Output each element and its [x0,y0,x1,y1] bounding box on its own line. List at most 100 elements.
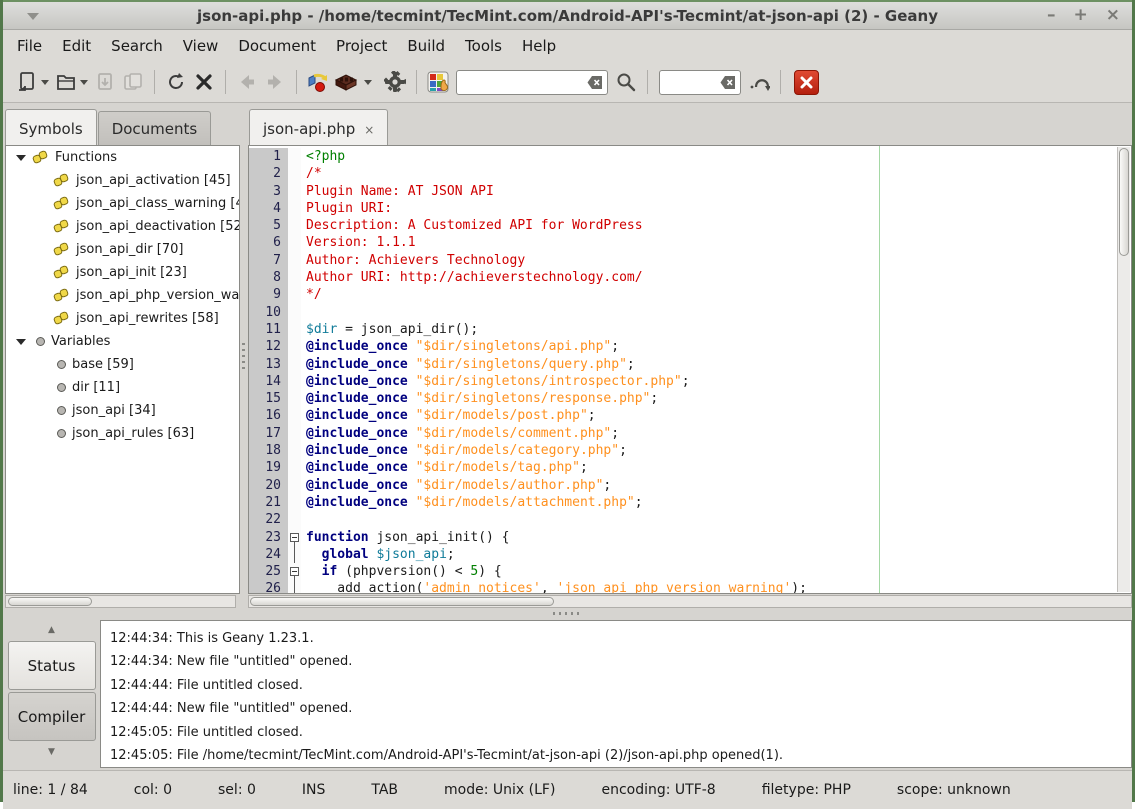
code-line[interactable]: 1<?php [249,148,1131,165]
tab-symbols[interactable]: Symbols [5,109,97,145]
menu-tools[interactable]: Tools [455,32,512,60]
menu-build[interactable]: Build [397,32,455,60]
code-line[interactable]: 7Author: Achievers Technology [249,252,1131,269]
code-line[interactable]: 26 add_action('admin_notices', 'json_api… [249,580,1131,594]
expander-icon[interactable] [16,339,26,345]
tree-item[interactable]: json_api_rewrites [58] [6,307,239,330]
close-document-button[interactable] [190,67,218,97]
build-dropdown-icon[interactable] [364,80,372,85]
line-number[interactable]: 8 [249,269,288,286]
tab-status[interactable]: Status [8,641,96,690]
bottom-splitter[interactable] [3,608,1132,618]
tree-item[interactable]: base [59] [6,353,239,376]
menu-search[interactable]: Search [101,32,173,60]
code-line[interactable]: 17@include_once "$dir/models/comment.php… [249,425,1131,442]
menu-view[interactable]: View [173,32,229,60]
code-line[interactable]: 20@include_once "$dir/models/author.php"… [249,477,1131,494]
line-number[interactable]: 21 [249,494,288,511]
goto-line-button[interactable] [745,67,773,97]
tree-item[interactable]: json_api_init [23] [6,261,239,284]
line-number[interactable]: 1 [249,148,288,165]
quit-button[interactable] [794,70,819,95]
build-button[interactable] [332,67,360,97]
line-number[interactable]: 2 [249,165,288,182]
tab-close-icon[interactable]: × [364,123,374,137]
minimize-button[interactable]: – [1047,7,1056,24]
tree-item[interactable]: json_api_class_warning [41] [6,192,239,215]
line-number[interactable]: 18 [249,442,288,459]
compile-button[interactable] [304,67,332,97]
code-editor[interactable]: 1<?php2/*3Plugin Name: AT JSON API4Plugi… [248,145,1132,594]
line-number[interactable]: 10 [249,304,288,321]
code-line[interactable]: 16@include_once "$dir/models/post.php"; [249,407,1131,424]
code-line[interactable]: 14@include_once "$dir/singletons/introsp… [249,373,1131,390]
fold-marker[interactable] [288,563,301,580]
code-line[interactable]: 2/* [249,165,1131,182]
open-file-button[interactable] [52,67,80,97]
line-number[interactable]: 11 [249,321,288,338]
tree-item[interactable]: json_api_dir [70] [6,238,239,261]
fold-collapse-icon[interactable] [290,567,299,576]
menu-document[interactable]: Document [228,32,326,60]
fold-marker[interactable] [288,529,301,546]
tree-item[interactable]: json_api_rules [63] [6,422,239,445]
tree-item[interactable]: json_api [34] [6,399,239,422]
tree-item[interactable]: json_api_php_version_warnin [6,284,239,307]
maximize-button[interactable]: + [1074,7,1088,24]
code-line[interactable]: 13@include_once "$dir/singletons/query.p… [249,356,1131,373]
line-number[interactable]: 9 [249,286,288,303]
window-menu-icon[interactable] [27,13,39,20]
editor-hscrollbar[interactable] [248,595,1132,608]
code-line[interactable]: 10 [249,304,1131,321]
line-number[interactable]: 13 [249,356,288,373]
code-line[interactable]: 5Description: A Customized API for WordP… [249,217,1131,234]
line-number[interactable]: 3 [249,183,288,200]
line-number[interactable]: 14 [249,373,288,390]
search-button[interactable] [612,67,640,97]
menu-edit[interactable]: Edit [52,32,101,60]
menu-help[interactable]: Help [512,32,566,60]
tree-group-functions[interactable]: Functions [6,146,239,169]
line-number[interactable]: 23 [249,529,288,546]
execute-button[interactable] [381,67,409,97]
new-file-button[interactable] [13,67,41,97]
code-line[interactable]: 21@include_once "$dir/models/attachment.… [249,494,1131,511]
revert-button[interactable] [162,67,190,97]
menu-file[interactable]: File [7,32,52,60]
tree-item[interactable]: json_api_deactivation [52] [6,215,239,238]
code-line[interactable]: 4Plugin URI: [249,200,1131,217]
tab-documents[interactable]: Documents [98,111,212,145]
code-line[interactable]: 6Version: 1.1.1 [249,234,1131,251]
line-number[interactable]: 16 [249,407,288,424]
line-number[interactable]: 22 [249,511,288,528]
line-number[interactable]: 7 [249,252,288,269]
pane-splitter[interactable] [240,103,248,608]
editor-vscrollbar-thumb[interactable] [1119,148,1129,256]
search-input[interactable] [456,70,608,95]
clear-goto-icon[interactable] [720,75,736,90]
code-line[interactable]: 12@include_once "$dir/singletons/api.php… [249,338,1131,355]
code-line[interactable]: 19@include_once "$dir/models/tag.php"; [249,459,1131,476]
line-number[interactable]: 26 [249,580,288,594]
code-line[interactable]: 11$dir = json_api_dir(); [249,321,1131,338]
line-number[interactable]: 17 [249,425,288,442]
tab-compiler[interactable]: Compiler [8,692,96,741]
editor-vscrollbar[interactable] [1117,147,1130,592]
line-number[interactable]: 6 [249,234,288,251]
color-chooser-button[interactable] [424,67,452,97]
code-line[interactable]: 23function json_api_init() { [249,529,1131,546]
editor-hscrollbar-thumb[interactable] [250,597,554,606]
code-line[interactable]: 25 if (phpversion() < 5) { [249,563,1131,580]
fold-collapse-icon[interactable] [290,533,299,542]
close-button[interactable]: × [1106,7,1120,24]
tree-item[interactable]: json_api_activation [45] [6,169,239,192]
code-line[interactable]: 8Author URI: http://achieverstechnology.… [249,269,1131,286]
line-number[interactable]: 19 [249,459,288,476]
tab-json-api-php[interactable]: json-api.php× [249,109,388,145]
menu-project[interactable]: Project [326,32,397,60]
line-number[interactable]: 15 [249,390,288,407]
tree-group-variables[interactable]: Variables [6,330,239,353]
panel-scroll-down-icon[interactable]: ▼ [8,742,96,762]
expander-icon[interactable] [16,155,26,161]
panel-scroll-up-icon[interactable]: ▲ [8,620,96,640]
